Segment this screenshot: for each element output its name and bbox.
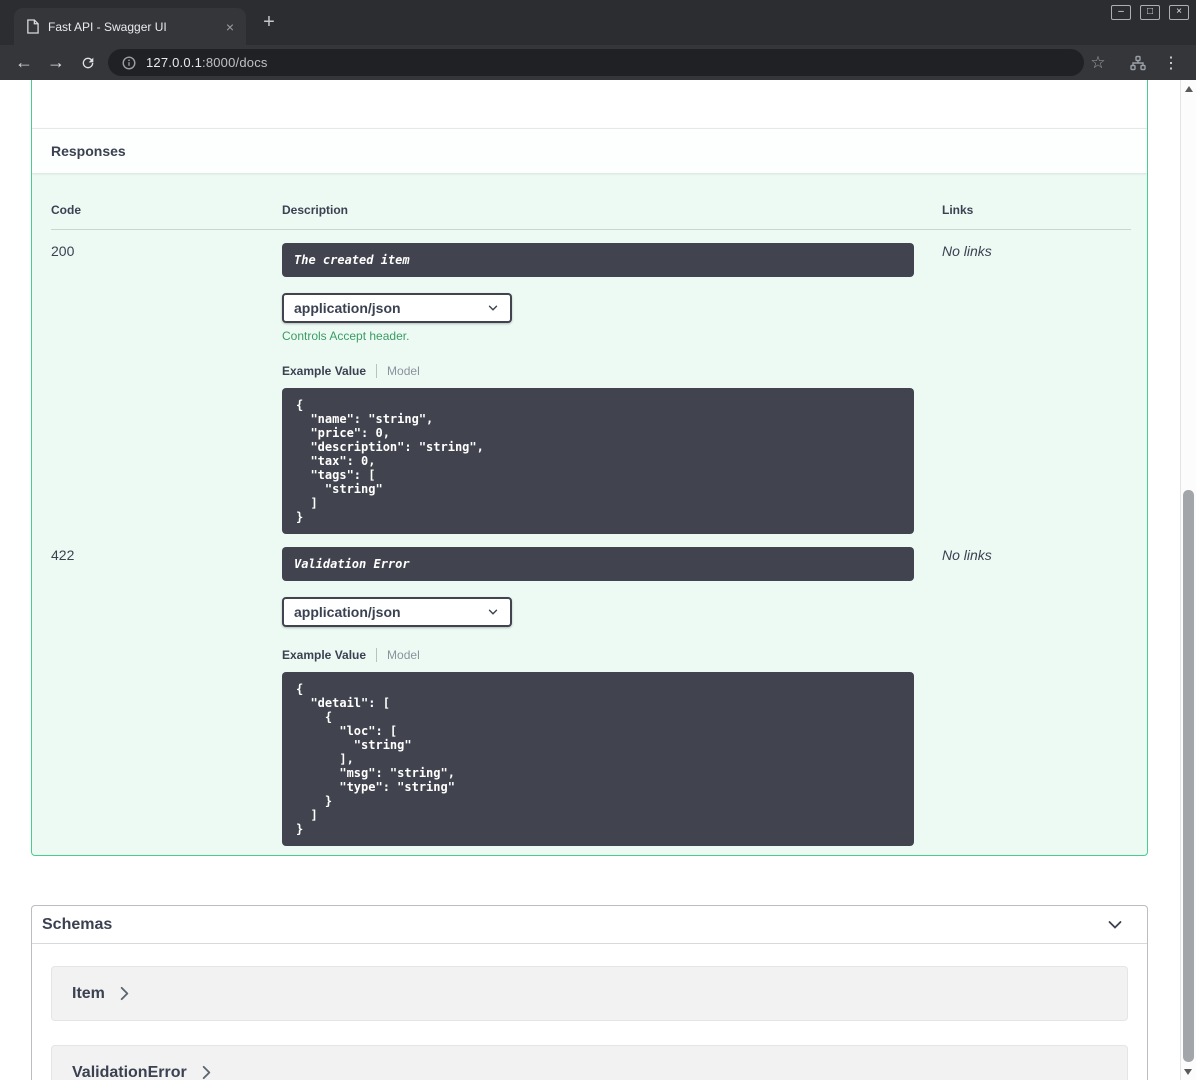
forward-icon[interactable]: → (43, 45, 69, 80)
tabs-divider (376, 648, 378, 662)
url-host: 127.0.0.1 (146, 55, 203, 70)
browser-tab[interactable]: Fast API - Swagger UI × (14, 8, 246, 45)
response-description: Validation Error (282, 547, 914, 581)
media-type-select[interactable]: application/json (282, 597, 512, 627)
scrollbar-thumb[interactable] (1183, 490, 1194, 1062)
media-type-value: application/json (294, 300, 401, 316)
tab-close-icon[interactable]: × (220, 17, 240, 37)
address-bar[interactable]: 127.0.0.1:8000/docs (108, 49, 1084, 76)
example-json-200: { "name": "string", "price": 0, "descrip… (282, 388, 914, 534)
responses-table-header: Code Description Links (51, 203, 1131, 230)
column-header-code: Code (51, 203, 81, 217)
tab-example-value[interactable]: Example Value (282, 364, 366, 378)
response-links: No links (942, 547, 992, 563)
request-section-end (32, 80, 1147, 128)
browser-toolbar: ← → 127.0.0.1:8000/docs ☆ ⋮ (0, 45, 1196, 80)
response-code: 422 (51, 547, 75, 563)
response-description-cell: The created item application/json Contro… (282, 230, 942, 534)
chevron-right-icon (119, 986, 130, 1001)
page-favicon-icon (26, 19, 39, 34)
tab-groups-icon[interactable] (1125, 45, 1151, 80)
example-model-tabs: Example Value Model (282, 648, 942, 662)
example-model-tabs: Example Value Model (282, 364, 942, 378)
tab-example-value[interactable]: Example Value (282, 648, 366, 662)
new-tab-button[interactable]: + (258, 12, 280, 32)
response-description-cell: Validation Error application/json Exampl… (282, 534, 942, 846)
schemas-items: Item ValidationError (32, 944, 1147, 1080)
tab-model[interactable]: Model (387, 364, 420, 378)
reload-icon[interactable] (75, 45, 101, 80)
responses-title: Responses (51, 143, 126, 159)
media-type-value: application/json (294, 604, 401, 620)
response-links: No links (942, 243, 992, 259)
tab-model[interactable]: Model (387, 648, 420, 662)
column-header-description: Description (282, 203, 349, 217)
responses-section-header: Responses (32, 128, 1147, 173)
site-info-icon[interactable] (122, 56, 136, 70)
schemas-section: Schemas Item ValidationError (31, 905, 1148, 1080)
window-minimize-button[interactable]: – (1111, 5, 1131, 20)
media-type-select[interactable]: application/json (282, 293, 512, 323)
window-maximize-button[interactable]: □ (1140, 5, 1160, 20)
tab-title: Fast API - Swagger UI (48, 19, 167, 34)
schema-item[interactable]: Item (51, 966, 1128, 1021)
chevron-right-icon (201, 1065, 212, 1080)
schemas-header[interactable]: Schemas (32, 906, 1147, 944)
response-row-422: 422 Validation Error application/json Ex… (51, 534, 1131, 846)
schema-item-label: Item (72, 984, 105, 1002)
scroll-up-arrow-icon[interactable] (1184, 86, 1193, 92)
browser-menu-icon[interactable]: ⋮ (1158, 45, 1184, 80)
response-description: The created item (282, 243, 914, 277)
window-close-button[interactable]: × (1169, 5, 1189, 20)
schemas-title: Schemas (42, 915, 113, 933)
schema-item-label: ValidationError (72, 1063, 187, 1080)
chevron-down-icon (486, 605, 500, 619)
schema-item[interactable]: ValidationError (51, 1045, 1128, 1080)
window-controls: – □ × (1111, 5, 1189, 20)
page-scrollbar[interactable] (1180, 80, 1196, 1080)
browser-titlebar: Fast API - Swagger UI × + – □ × (0, 0, 1196, 45)
controls-accept-hint: Controls Accept header. (282, 329, 410, 343)
responses-table: Code Description Links 200 The created i… (32, 173, 1147, 846)
swagger-page: Responses Code Description Links 200 The… (0, 80, 1196, 1080)
scroll-down-arrow-icon[interactable] (1184, 1069, 1192, 1075)
url-path: :8000/docs (202, 55, 268, 70)
column-header-links: Links (942, 203, 974, 217)
response-row-200: 200 The created item application/json Co… (51, 230, 1131, 534)
example-json-422: { "detail": [ { "loc": [ "string" ], "ms… (282, 672, 914, 846)
chevron-down-icon[interactable] (1105, 915, 1125, 935)
back-icon[interactable]: ← (11, 45, 37, 80)
tabs-divider (376, 364, 378, 378)
post-endpoint-block: Responses Code Description Links 200 The… (31, 80, 1148, 856)
bookmark-star-icon[interactable]: ☆ (1085, 45, 1111, 80)
chevron-down-icon (486, 301, 500, 315)
response-code: 200 (51, 243, 75, 259)
